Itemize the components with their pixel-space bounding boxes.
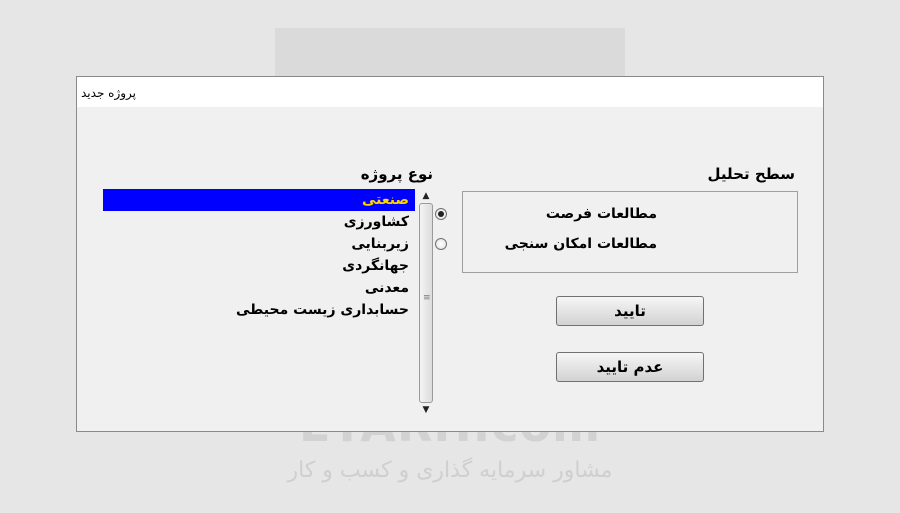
grip-icon: ≡	[423, 293, 431, 303]
scroll-up-arrow-icon[interactable]: ▲	[417, 189, 435, 203]
ok-button[interactable]: تایید	[556, 296, 704, 326]
project-type-items: صنعتی کشاورزی زیربنایی جهانگردی معدنی حس…	[103, 189, 415, 321]
cancel-button[interactable]: عدم تایید	[556, 352, 704, 382]
watermark-tagline: مشاور سرمایه گذاری و کسب و کار	[287, 458, 613, 483]
radio-label: مطالعات فرصت	[545, 206, 657, 222]
radio-unchecked-icon[interactable]	[435, 238, 447, 250]
list-item-infrastructure[interactable]: زیربنایی	[103, 233, 415, 255]
analysis-level-group: مطالعات فرصت مطالعات امکان سنجی	[435, 191, 798, 273]
analysis-level-label: سطح تحلیل	[707, 165, 795, 183]
dialog-title: پروژه جدید	[81, 86, 137, 100]
dialog-content: نوع پروژه سطح تحلیل صنعتی کشاورزی زیربنا…	[77, 107, 823, 431]
radio-label: مطالعات امکان سنجی	[504, 236, 657, 252]
radio-checked-icon[interactable]	[435, 208, 447, 220]
scroll-down-arrow-icon[interactable]: ▼	[417, 403, 435, 417]
dialog-titlebar[interactable]: پروژه جدید	[77, 77, 823, 107]
list-item-mining[interactable]: معدنی	[103, 277, 415, 299]
list-item-industrial[interactable]: صنعتی	[103, 189, 415, 211]
project-type-label: نوع پروژه	[360, 165, 433, 183]
project-type-listbox[interactable]: صنعتی کشاورزی زیربنایی جهانگردی معدنی حس…	[103, 189, 435, 417]
list-item-agricultural[interactable]: کشاورزی	[103, 211, 415, 233]
list-item-environmental-accounting[interactable]: حسابداری زیست محیطی	[103, 299, 415, 321]
scrollbar-thumb[interactable]: ≡	[419, 203, 433, 403]
listbox-scrollbar[interactable]: ▲ ≡ ▼	[417, 189, 435, 417]
new-project-dialog: پروژه جدید نوع پروژه سطح تحلیل صنعتی کشا…	[76, 76, 824, 432]
list-item-tourism[interactable]: جهانگردی	[103, 255, 415, 277]
